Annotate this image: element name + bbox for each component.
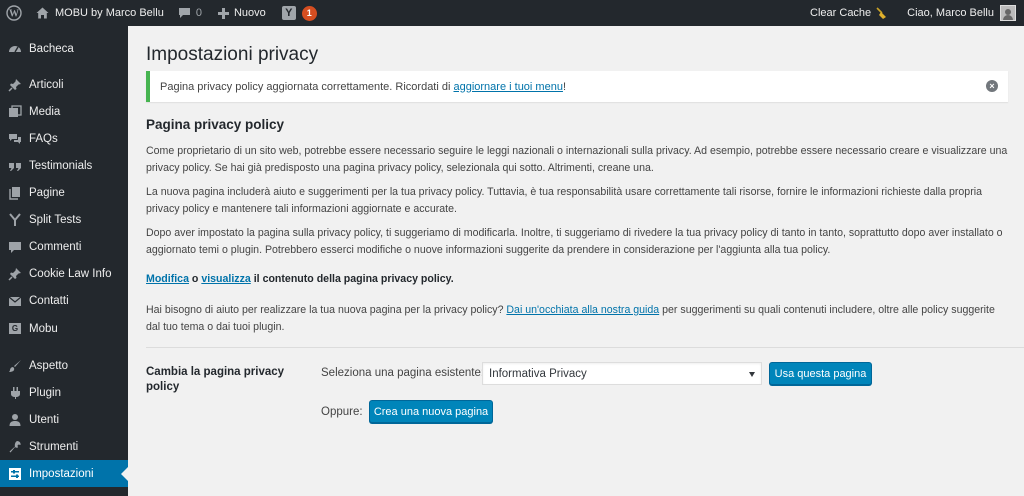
help-paragraph: Hai bisogno di aiuto per realizzare la t… <box>146 302 1008 335</box>
faq-icon <box>8 132 22 146</box>
media-icon <box>8 104 22 119</box>
sidebar-item-label: Cookie Law Info <box>29 267 112 280</box>
intro-paragraph: Come proprietario di un sito web, potreb… <box>146 145 1008 174</box>
sidebar-item-label: FAQs <box>29 132 58 145</box>
admin-bar: W MOBU by Marco Bellu 0 Nuovo Y 1 Clear … <box>0 0 1024 26</box>
sidebar-item-label: Media <box>29 105 61 118</box>
sidebar-item-testimonials[interactable]: Testimonials <box>0 152 128 179</box>
site-name-link[interactable]: MOBU by Marco Bellu <box>28 0 170 26</box>
my-account-menu[interactable]: Ciao, Marco Bellu <box>901 0 1024 26</box>
wrench-icon <box>8 440 22 454</box>
responsibility-paragraph: La nuova pagina includerà aiuto e sugger… <box>146 186 982 215</box>
page-icon <box>8 186 22 200</box>
split-icon <box>8 212 22 227</box>
home-icon <box>36 7 49 19</box>
guide-link[interactable]: Dai un'occhiata alla nostra guida <box>506 304 659 316</box>
site-name-label: MOBU by Marco Bellu <box>55 7 164 19</box>
sidebar-item-utenti[interactable]: Utenti <box>0 406 128 433</box>
sidebar-item-plugin[interactable]: Plugin <box>0 379 128 406</box>
sidebar-item-label: Pagine <box>29 186 65 199</box>
mail-icon <box>8 294 22 308</box>
sidebar-item-media[interactable]: Media <box>0 98 128 125</box>
select-value: Informativa Privacy <box>489 367 587 380</box>
success-notice: Pagina privacy policy aggiornata corrett… <box>146 71 1008 102</box>
yoast-notification-badge: 1 <box>301 5 317 21</box>
edit-line-rest: il contenuto della pagina privacy policy… <box>250 273 454 285</box>
brush-icon <box>8 359 22 373</box>
clear-cache-button[interactable]: Clear Cache <box>804 0 901 26</box>
edit-page-link[interactable]: Modifica <box>146 273 189 285</box>
sidebar-item-label: Bacheca <box>29 42 74 55</box>
greeting-label: Ciao, Marco Bellu <box>907 7 994 19</box>
edit-view-line: Modifica o visualizza il contenuto della… <box>146 271 1008 288</box>
sidebar-item-label: Contatti <box>29 294 69 307</box>
select-existing-page-label: Seleziona una pagina esistente: <box>321 367 485 379</box>
sidebar-item-label: Plugin <box>29 386 61 399</box>
settings-icon <box>8 467 22 481</box>
sidebar-item-strumenti[interactable]: Strumenti <box>0 433 128 460</box>
divider <box>146 347 1024 348</box>
plugin-icon <box>8 386 22 400</box>
privacy-page-select[interactable]: Informativa Privacy <box>482 362 762 385</box>
update-menus-link[interactable]: aggiornare i tuoi menu <box>453 81 562 93</box>
sidebar-item-label: Testimonials <box>29 159 93 172</box>
avatar <box>1000 5 1016 21</box>
sidebar-item-split-tests[interactable]: Split Tests <box>0 206 128 233</box>
help-text-before: Hai bisogno di aiuto per realizzare la t… <box>146 304 507 316</box>
sidebar-item-aspetto[interactable]: Aspetto <box>0 352 128 379</box>
sidebar-item-commenti[interactable]: Commenti <box>0 233 128 260</box>
clear-cache-label: Clear Cache <box>810 7 872 19</box>
comments-link[interactable]: 0 <box>170 0 208 26</box>
sidebar-item-faqs[interactable]: FAQs <box>0 125 128 152</box>
change-privacy-page-label: Cambia la pagina privacy policy <box>146 366 285 393</box>
chevron-down-icon <box>749 372 755 377</box>
or-label: Oppure: <box>321 406 363 418</box>
sidebar-item-pagine[interactable]: Pagine <box>0 179 128 206</box>
create-new-page-button[interactable]: Crea una nuova pagina <box>369 400 493 423</box>
comment-bubble-icon <box>178 8 190 18</box>
sidebar-item-impostazioni[interactable]: Impostazioni <box>0 460 128 487</box>
sidebar-item-mobu[interactable]: G Mobu <box>0 315 128 342</box>
broom-icon <box>876 7 887 19</box>
pin-icon <box>8 78 22 92</box>
edit-or-text: o <box>188 273 202 285</box>
view-page-link[interactable]: visualizza <box>201 273 250 285</box>
wordpress-logo-button[interactable]: W <box>0 0 28 26</box>
g-icon: G <box>8 322 22 336</box>
sidebar-item-label: Strumenti <box>29 440 79 453</box>
pin-icon <box>8 267 22 281</box>
section-title: Pagina privacy policy <box>146 117 285 132</box>
notice-text-after: ! <box>562 80 567 93</box>
user-icon <box>8 413 22 427</box>
sidebar-item-bacheca[interactable]: Bacheca <box>0 35 128 62</box>
dismiss-notice-icon[interactable]: × <box>986 80 998 92</box>
wordpress-icon: W <box>6 5 22 21</box>
page-title: Impostazioni privacy <box>146 44 319 65</box>
notice-text: Pagina privacy policy aggiornata corrett… <box>160 81 566 93</box>
sidebar-item-label: Commenti <box>29 240 82 253</box>
sidebar-item-label: Utenti <box>29 413 60 426</box>
sidebar-item-articoli[interactable]: Articoli <box>0 71 128 98</box>
sidebar-item-label: Split Tests <box>29 213 82 226</box>
svg-text:W: W <box>9 9 19 20</box>
new-label: Nuovo <box>233 7 266 19</box>
dashboard-icon <box>8 42 22 56</box>
plus-icon <box>217 7 229 19</box>
yoast-seo-menu[interactable]: Y 1 <box>272 0 323 26</box>
sidebar-item-label: Mobu <box>29 322 58 335</box>
review-paragraph: Dopo aver impostato la pagina sulla priv… <box>146 227 1003 256</box>
quote-icon <box>8 159 22 173</box>
new-content-link[interactable]: Nuovo <box>208 0 272 26</box>
use-this-page-button[interactable]: Usa questa pagina <box>769 362 872 385</box>
sidebar-item-cookie-law-info[interactable]: Cookie Law Info <box>0 260 128 287</box>
admin-sidebar: Bacheca Articoli Media FAQs Testimonials… <box>0 26 128 496</box>
sidebar-item-label: Articoli <box>29 78 64 91</box>
comment-icon <box>8 240 22 254</box>
comments-count: 0 <box>195 7 202 19</box>
sidebar-item-contatti[interactable]: Contatti <box>0 287 128 314</box>
sidebar-item-label: Aspetto <box>29 359 68 372</box>
sidebar-item-label: Impostazioni <box>29 467 94 480</box>
notice-text-before: Pagina privacy policy aggiornata corrett… <box>160 80 454 93</box>
yoast-icon: Y <box>281 6 296 20</box>
